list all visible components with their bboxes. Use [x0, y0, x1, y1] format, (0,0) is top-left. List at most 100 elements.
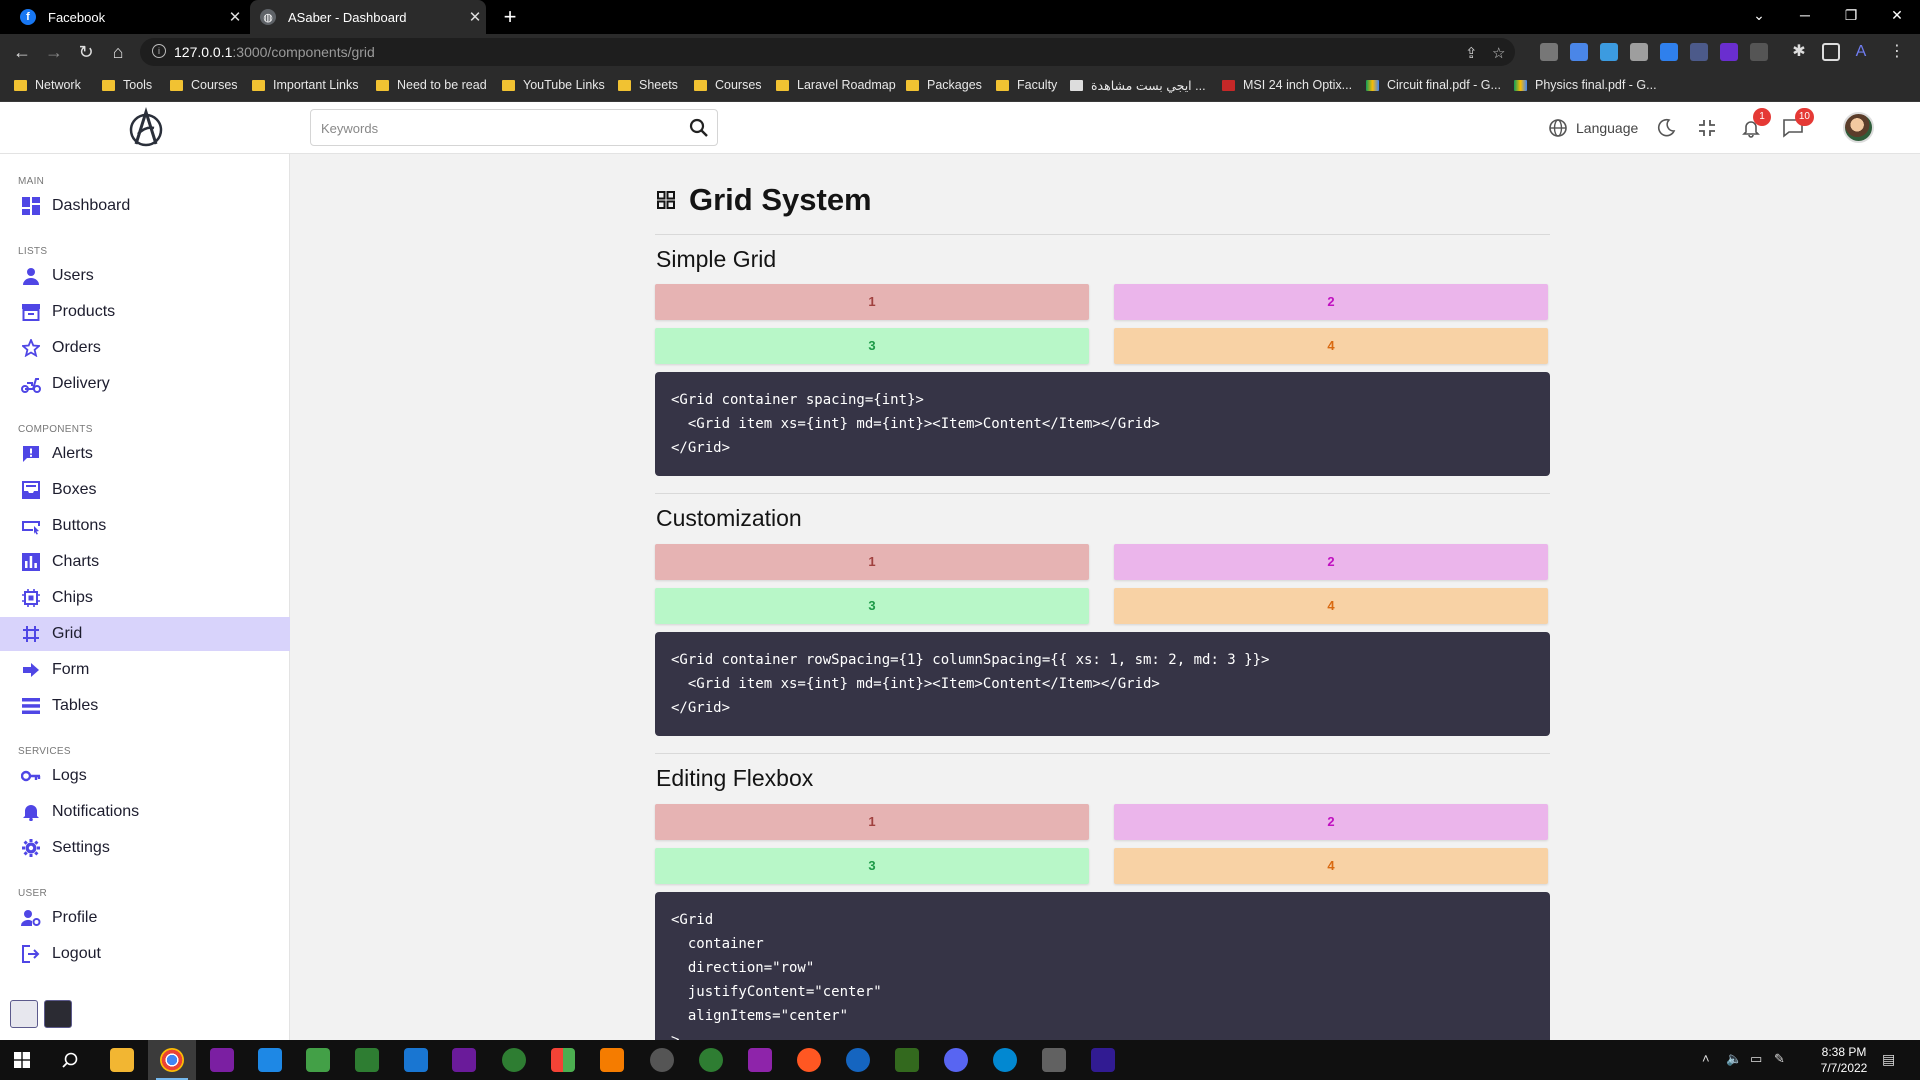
side-panel-icon[interactable]: [1822, 43, 1840, 61]
sidebar-item-logs[interactable]: Logs: [0, 759, 290, 793]
bookmark-msi[interactable]: MSI 24 inch Optix...: [1222, 78, 1352, 92]
app-icon[interactable]: [551, 1048, 575, 1072]
windows-start-icon[interactable]: [14, 1052, 30, 1068]
chrome-icon[interactable]: [160, 1048, 184, 1072]
sidebar-item-products[interactable]: Products: [0, 295, 290, 329]
url-text[interactable]: 127.0.0.1:3000/components/grid: [174, 44, 375, 60]
app-icon[interactable]: [502, 1048, 526, 1072]
app-icon[interactable]: [748, 1048, 772, 1072]
back-icon[interactable]: ←: [10, 40, 34, 64]
sidebar-item-tables[interactable]: Tables: [0, 689, 290, 723]
sidebar-item-settings[interactable]: Settings: [0, 831, 290, 865]
dark-mode-toggle[interactable]: [1656, 116, 1676, 140]
taskbar-clock[interactable]: 8:38 PM 7/7/2022: [1798, 1044, 1890, 1076]
sidebar-item-boxes[interactable]: Boxes: [0, 473, 290, 507]
sidebar-item-users[interactable]: Users: [0, 259, 290, 293]
bookmark-circuit-pdf[interactable]: Circuit final.pdf - G...: [1366, 78, 1501, 92]
close-icon[interactable]: ✕: [224, 8, 246, 26]
close-window-button[interactable]: ✕: [1874, 0, 1920, 30]
forward-icon[interactable]: →: [42, 40, 66, 64]
home-icon[interactable]: ⌂: [106, 40, 130, 64]
notifications-button[interactable]: 1: [1741, 108, 1771, 140]
extension-icon[interactable]: [1660, 43, 1678, 61]
messages-button[interactable]: 10: [1782, 108, 1814, 140]
omnibox[interactable]: i 127.0.0.1:3000/components/grid ⇪ ☆: [140, 38, 1515, 66]
logo-icon[interactable]: [124, 106, 168, 150]
extension-icon[interactable]: [1600, 43, 1618, 61]
visual-studio-icon[interactable]: [452, 1048, 476, 1072]
bookmark-courses-2[interactable]: Courses: [694, 78, 762, 92]
tray-chevron-icon[interactable]: ˄: [1702, 1051, 1710, 1066]
action-center-icon[interactable]: ▤: [1882, 1051, 1895, 1068]
sidebar-item-logout[interactable]: Logout: [0, 937, 290, 971]
bookmark-courses[interactable]: Courses: [170, 78, 238, 92]
bookmark-laravel-roadmap[interactable]: Laravel Roadmap: [776, 78, 896, 92]
info-icon[interactable]: i: [152, 44, 166, 58]
bookmark-youtube-links[interactable]: YouTube Links: [502, 78, 605, 92]
close-icon[interactable]: ✕: [464, 8, 486, 26]
bookmark-sheets[interactable]: Sheets: [618, 78, 678, 92]
bookmark-network[interactable]: Network: [14, 78, 81, 92]
pen-icon[interactable]: ✎: [1774, 1051, 1785, 1067]
share-icon[interactable]: ⇪: [1465, 44, 1478, 62]
bookmark-faculty[interactable]: Faculty: [996, 78, 1057, 92]
dark-theme-swatch[interactable]: [44, 1000, 72, 1028]
volume-icon[interactable]: 🔈: [1726, 1051, 1742, 1067]
reload-icon[interactable]: ↻: [74, 40, 98, 64]
clion-icon[interactable]: [355, 1048, 379, 1072]
discord-icon[interactable]: [944, 1048, 968, 1072]
soundcloud-icon[interactable]: [797, 1048, 821, 1072]
sidebar-item-chips[interactable]: Chips: [0, 581, 290, 615]
puzzle-icon[interactable]: ✱: [1790, 43, 1808, 61]
app-icon[interactable]: [993, 1048, 1017, 1072]
star-icon[interactable]: ☆: [1492, 44, 1505, 62]
bookmark-egybest[interactable]: ايجي بست مشاهدة ...: [1070, 78, 1206, 93]
sidebar-item-charts[interactable]: Charts: [0, 545, 290, 579]
network-icon[interactable]: ▭: [1750, 1051, 1762, 1067]
extension-icon[interactable]: [1750, 43, 1768, 61]
sidebar-item-notifications[interactable]: Notifications: [0, 795, 290, 829]
bookmark-packages[interactable]: Packages: [906, 78, 982, 92]
fullscreen-button[interactable]: [1698, 116, 1716, 140]
sidebar-item-form[interactable]: Form: [0, 653, 290, 687]
avatar[interactable]: [1843, 112, 1874, 143]
tab-facebook[interactable]: f Facebook ✕: [10, 0, 246, 34]
phpstorm-icon[interactable]: [210, 1048, 234, 1072]
profile-icon[interactable]: A: [1852, 43, 1870, 61]
search-icon[interactable]: [62, 1052, 78, 1068]
search-icon[interactable]: [689, 118, 709, 138]
extension-icon[interactable]: [1690, 43, 1708, 61]
sidebar-item-delivery[interactable]: Delivery: [0, 367, 290, 401]
extension-icon[interactable]: [1540, 43, 1558, 61]
sidebar-item-buttons[interactable]: Buttons: [0, 509, 290, 543]
word-icon[interactable]: [846, 1048, 870, 1072]
xampp-icon[interactable]: [600, 1048, 624, 1072]
extension-icon[interactable]: [1720, 43, 1738, 61]
bookmark-need-to-be-read[interactable]: Need to be read: [376, 78, 487, 92]
bookmark-physics-pdf[interactable]: Physics final.pdf - G...: [1514, 78, 1657, 92]
translate-icon[interactable]: [1570, 43, 1588, 61]
extension-icon[interactable]: [1630, 43, 1648, 61]
pycharm-icon[interactable]: [306, 1048, 330, 1072]
sidebar-item-alerts[interactable]: Alerts: [0, 437, 290, 471]
restore-button[interactable]: ❐: [1828, 0, 1874, 30]
search-input[interactable]: [321, 118, 671, 138]
tab-asaber-dashboard[interactable]: ◍ ASaber - Dashboard ✕: [250, 0, 486, 34]
vscode-icon[interactable]: [404, 1048, 428, 1072]
app-icon[interactable]: [1042, 1048, 1066, 1072]
sidebar-item-orders[interactable]: Orders: [0, 331, 290, 365]
language-button[interactable]: Language: [1548, 116, 1638, 140]
sidebar-item-dashboard[interactable]: Dashboard: [0, 189, 290, 223]
webstorm-icon[interactable]: [258, 1048, 282, 1072]
minimize-button[interactable]: ─: [1782, 0, 1828, 30]
app-icon[interactable]: [699, 1048, 723, 1072]
sidebar-item-profile[interactable]: Profile: [0, 901, 290, 935]
new-tab-button[interactable]: +: [498, 5, 522, 29]
app-icon[interactable]: [895, 1048, 919, 1072]
menu-icon[interactable]: ⋮: [1888, 43, 1906, 61]
bookmark-tools[interactable]: Tools: [102, 78, 152, 92]
light-theme-swatch[interactable]: [10, 1000, 38, 1028]
app-icon[interactable]: [650, 1048, 674, 1072]
tab-search-icon[interactable]: ⌄: [1736, 0, 1782, 30]
nox-icon[interactable]: [1091, 1048, 1115, 1072]
